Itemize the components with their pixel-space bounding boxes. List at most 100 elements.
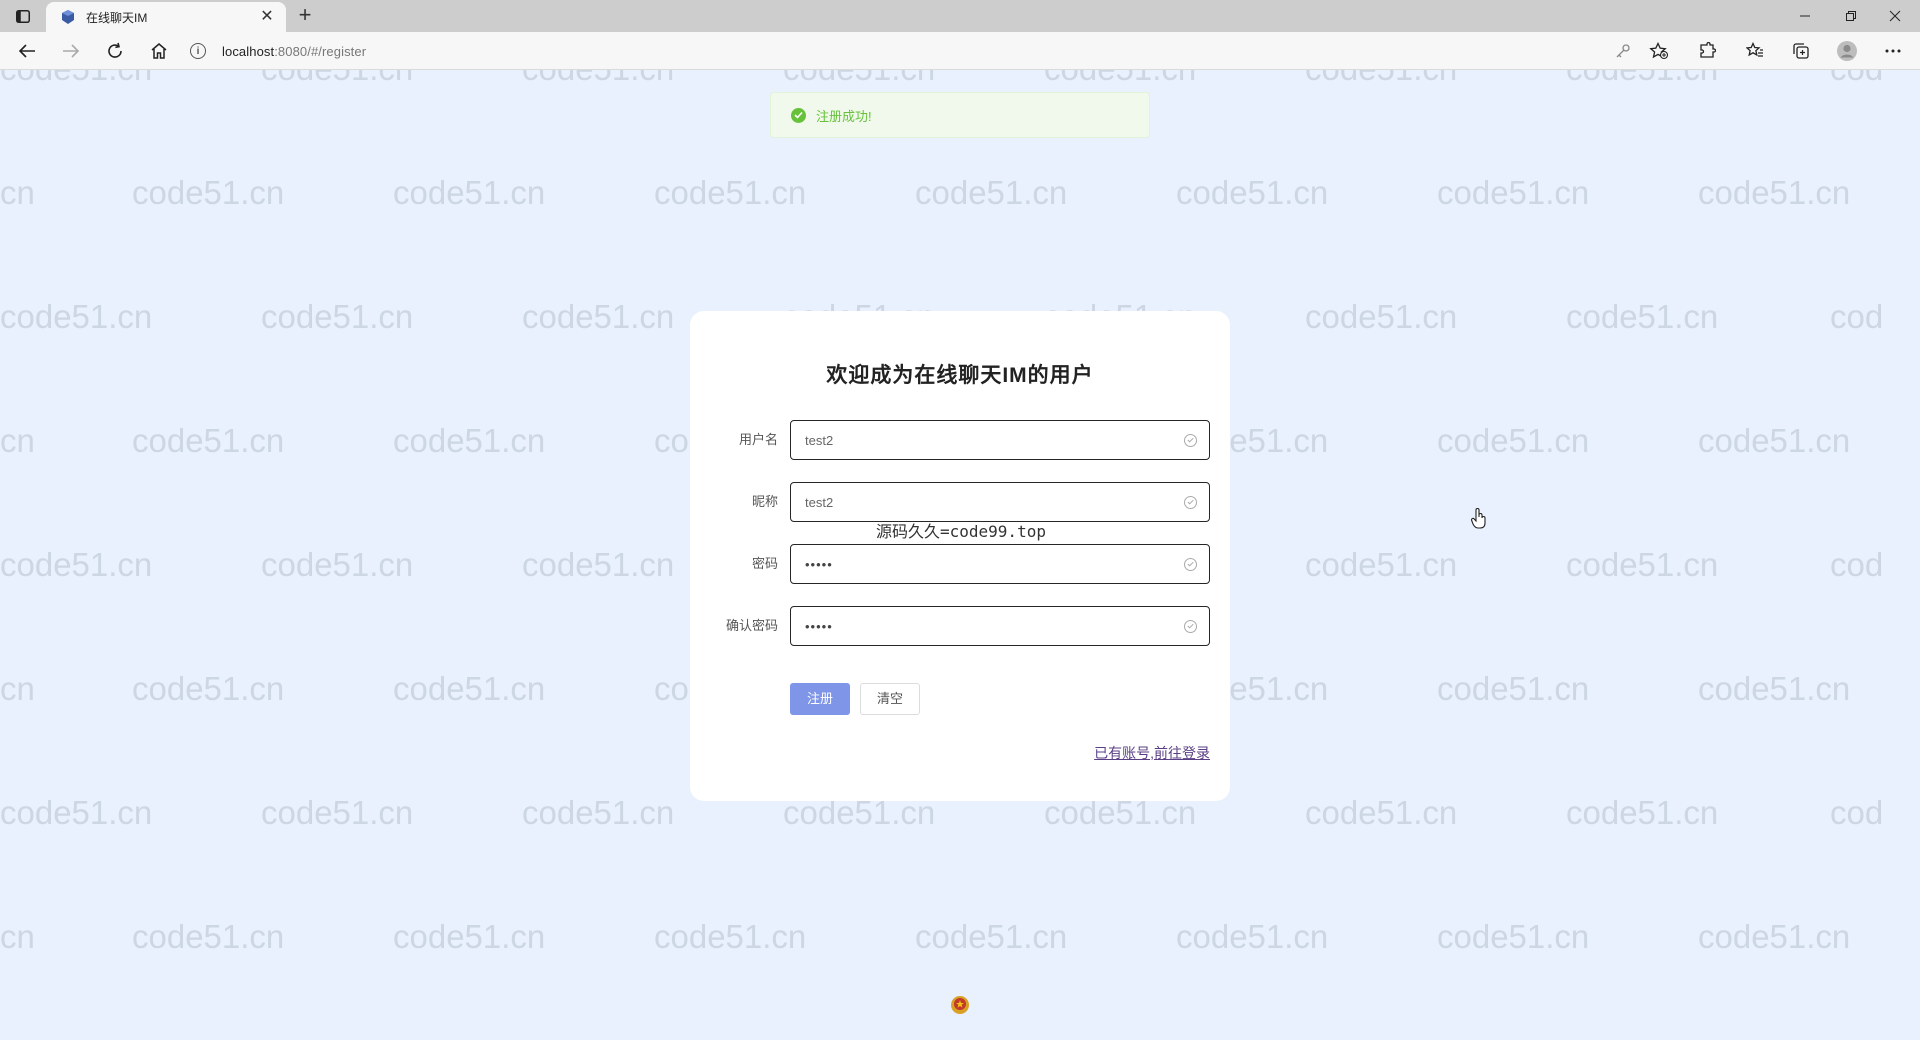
password-field[interactable]: ••••• — [790, 544, 1210, 584]
username-label: 用户名 — [738, 432, 778, 447]
site-favicon — [62, 10, 74, 24]
watermark-text: cod — [1830, 794, 1884, 831]
watermark-text: code51.cn — [132, 174, 285, 211]
toast-message: 注册成功! — [816, 108, 872, 124]
password-value: ••••• — [805, 556, 833, 572]
url-text: localhost:8080/#/register — [222, 43, 367, 59]
forward-icon[interactable] — [58, 39, 84, 63]
watermark-text: cod — [1830, 546, 1884, 583]
nickname-row: 昵称 test2 — [690, 482, 1230, 522]
key-icon[interactable] — [1610, 39, 1636, 63]
watermark-text: code51.cn — [1566, 546, 1719, 583]
watermark-text: code51.cn — [1176, 174, 1329, 211]
check-circle-icon — [791, 107, 806, 123]
watermark-text: code51.cn — [1698, 918, 1851, 955]
watermark-text: code51.cn — [261, 298, 414, 335]
hand-cursor-icon — [1470, 508, 1486, 529]
maximize-icon[interactable] — [1836, 4, 1866, 28]
watermark-text: code51.cn — [1305, 794, 1458, 831]
watermark-text: code51.cn — [393, 422, 546, 459]
password-row: 密码 ••••• — [690, 544, 1230, 584]
page-content: code51.cn code51.cn code51.cn code51.cn code… — [0, 70, 1920, 1040]
confirm-password-field[interactable]: ••••• — [790, 606, 1210, 646]
plus-icon[interactable]: + — [294, 4, 316, 27]
watermark-text: code51.cn — [1566, 70, 1718, 88]
watermark-text: code51.cn — [1698, 422, 1851, 459]
watermark-text: code51.cn — [1566, 298, 1719, 335]
watermark-text: code51.cn — [261, 70, 413, 88]
watermark-text: cn — [0, 670, 35, 707]
success-toast: 注册成功! — [770, 92, 1150, 138]
watermark-text: code51.cn — [1305, 298, 1458, 335]
validate-success-icon — [1184, 495, 1197, 509]
watermark-text: cn — [0, 174, 35, 211]
watermark-text: code51.cn — [783, 70, 935, 88]
watermark-text: cod — [1830, 298, 1884, 335]
profile-icon[interactable] — [1834, 39, 1860, 63]
watermark-text: code51.cn — [1437, 670, 1590, 707]
validate-success-icon — [1184, 619, 1197, 633]
watermark-text: code51.cn — [522, 546, 675, 583]
watermark-text: code51.cn — [132, 670, 285, 707]
watermark-text: code51.cn — [1305, 70, 1457, 88]
tab-actions-icon[interactable] — [12, 6, 34, 26]
watermark-text: code51.cn — [1437, 174, 1590, 211]
address-bar[interactable]: i localhost:8080/#/register — [190, 37, 1660, 65]
watermark-text: code51.cn — [393, 918, 546, 955]
overlay-watermark-text: 源码久久=code99.top — [876, 522, 1046, 541]
more-icon[interactable] — [1880, 39, 1906, 63]
browser-toolbar: i localhost:8080/#/register — [0, 32, 1920, 70]
watermark-text: code51.cn — [654, 918, 807, 955]
watermark-text: code51.cn — [132, 918, 285, 955]
refresh-icon[interactable] — [102, 39, 128, 63]
watermark-text: code51.cn — [1698, 174, 1851, 211]
collections-icon[interactable] — [1788, 39, 1814, 63]
add-favorite-icon[interactable] — [1646, 39, 1672, 63]
extensions-icon[interactable] — [1694, 39, 1720, 63]
watermark-text: code51.cn — [1698, 670, 1851, 707]
browser-tab[interactable]: 在线聊天IM ✕ — [46, 2, 286, 32]
register-card: 欢迎成为在线聊天IM的用户 用户名 test2 昵称 test2 密码 ••••… — [690, 311, 1230, 801]
emblem-icon — [951, 996, 969, 1014]
confirm-password-value: ••••• — [805, 618, 833, 634]
watermark-text: code51.cn — [0, 546, 153, 583]
watermark-text: code51.cn — [1176, 918, 1329, 955]
back-icon[interactable] — [14, 39, 40, 63]
validate-success-icon — [1184, 557, 1197, 571]
validate-success-icon — [1184, 433, 1197, 447]
close-window-icon[interactable] — [1880, 4, 1910, 28]
page-title: 欢迎成为在线聊天IM的用户 — [826, 364, 1094, 387]
watermark-text: code51.cn — [132, 422, 285, 459]
watermark-text: code51.cn — [915, 174, 1068, 211]
watermark-text: code51.cn — [522, 70, 674, 88]
confirm-password-label: 确认密码 — [725, 618, 778, 633]
watermark-text: code51.cn — [1305, 546, 1458, 583]
watermark-text: code51.cn — [261, 794, 414, 831]
watermark-text: code51.cn — [1044, 70, 1196, 88]
username-field[interactable]: test2 — [790, 420, 1210, 460]
nickname-value: test2 — [805, 494, 834, 510]
browser-tab-bar: 在线聊天IM ✕ + — [0, 0, 1920, 32]
watermark-text: code51.cn — [0, 70, 152, 88]
watermark-text: cod — [1830, 70, 1883, 88]
home-icon[interactable] — [146, 39, 172, 63]
watermark-text: code51.cn — [261, 546, 414, 583]
username-value: test2 — [805, 432, 834, 448]
favorites-icon[interactable] — [1742, 39, 1768, 63]
nickname-field[interactable]: test2 — [790, 482, 1210, 522]
confirm-password-row: 确认密码 ••••• — [690, 606, 1230, 646]
watermark-text: code51.cn — [0, 794, 153, 831]
clear-button[interactable]: 清空 — [860, 683, 920, 715]
tab-title: 在线聊天IM — [86, 10, 148, 25]
nickname-label: 昵称 — [751, 494, 778, 509]
info-icon[interactable]: i — [190, 43, 206, 59]
watermark-text: code51.cn — [522, 298, 675, 335]
go-to-login-link[interactable]: 已有账号,前往登录 — [1094, 743, 1210, 763]
minimize-icon[interactable] — [1790, 4, 1820, 28]
password-label: 密码 — [751, 556, 778, 571]
close-icon[interactable]: ✕ — [258, 8, 276, 26]
watermark-text: code51.cn — [522, 794, 675, 831]
username-row: 用户名 test2 — [690, 420, 1230, 460]
watermark-text: code51.cn — [1437, 918, 1590, 955]
register-button[interactable]: 注册 — [790, 683, 850, 715]
